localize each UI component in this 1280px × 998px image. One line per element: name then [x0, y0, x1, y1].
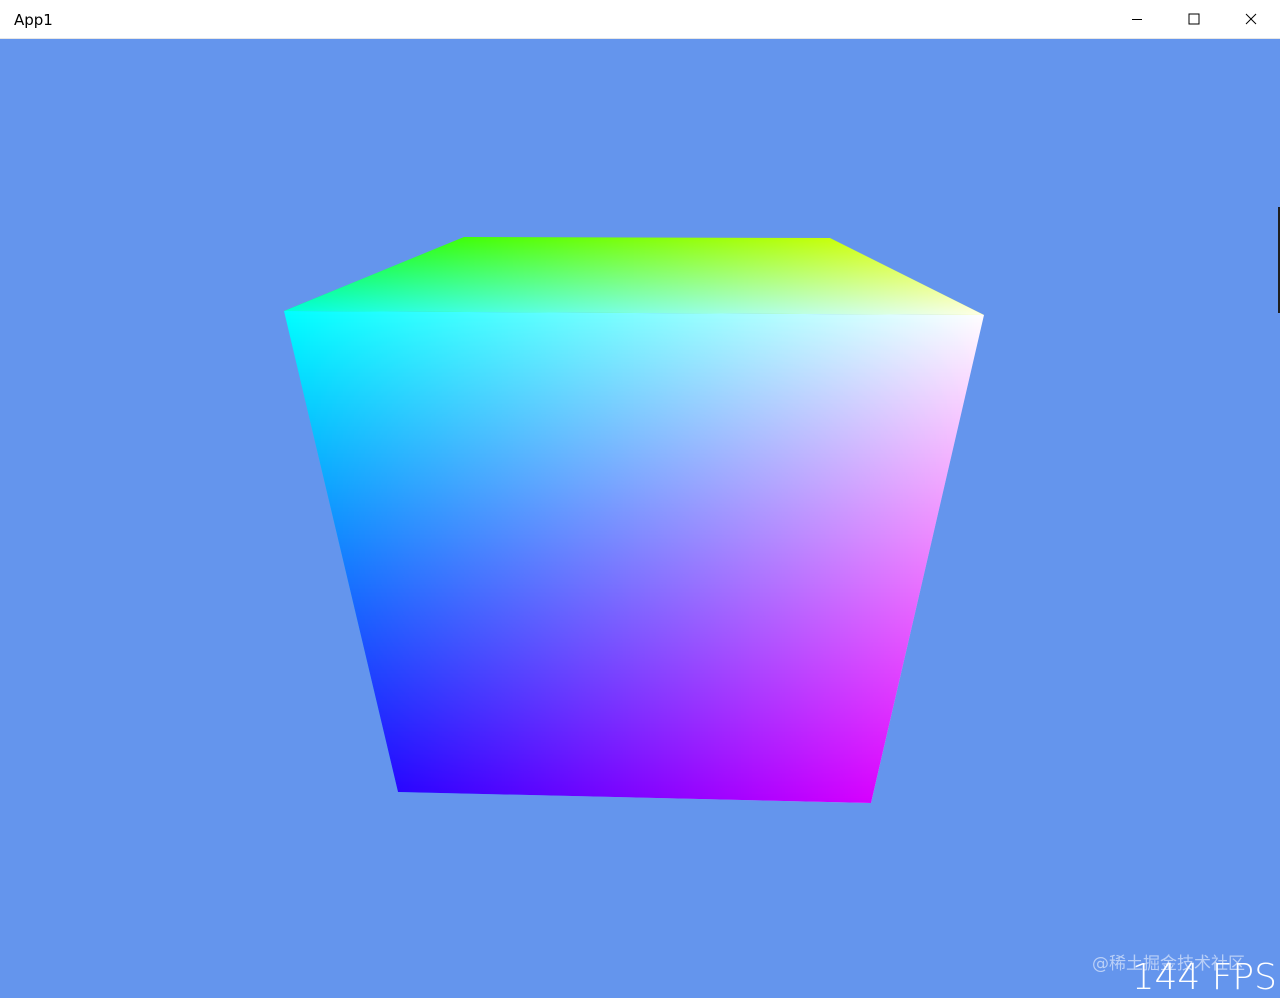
- fps-counter: 144 FPS: [1131, 957, 1277, 998]
- window-title: App1: [14, 11, 53, 29]
- cube-top-face: [284, 237, 984, 315]
- close-button[interactable]: [1222, 0, 1279, 38]
- title-bar[interactable]: App1: [0, 0, 1280, 39]
- minimize-icon: [1131, 19, 1142, 20]
- app-window: App1 @稀土掘金技术社区 144 FPS: [0, 0, 1280, 998]
- close-icon: [1245, 13, 1256, 25]
- render-viewport[interactable]: @稀土掘金技术社区 144 FPS: [0, 39, 1280, 998]
- minimize-button[interactable]: [1108, 0, 1165, 38]
- maximize-button[interactable]: [1165, 0, 1222, 38]
- cube-render: [284, 237, 984, 803]
- cube-front-face: [284, 311, 984, 803]
- maximize-icon: [1188, 13, 1199, 25]
